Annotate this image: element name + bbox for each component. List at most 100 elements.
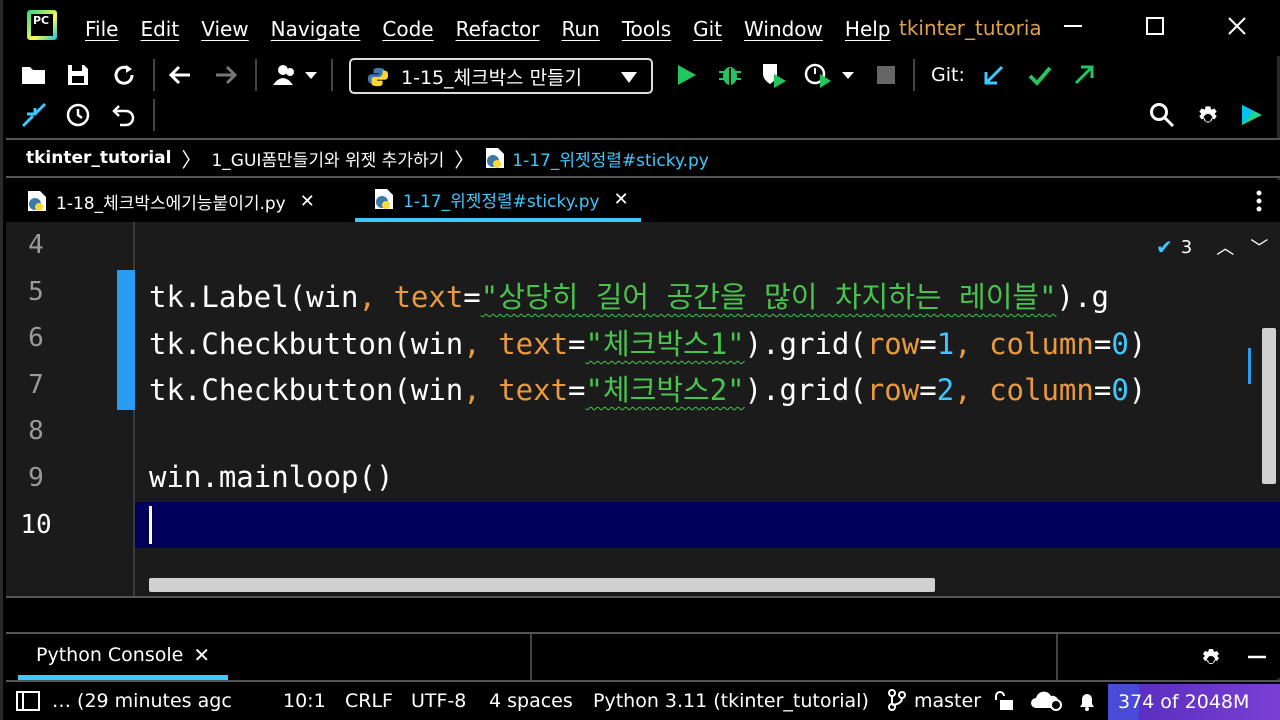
line-separator[interactable]: CRLF xyxy=(345,690,393,712)
menu-navigate[interactable]: Navigate xyxy=(271,17,361,41)
git-commit-button[interactable] xyxy=(1025,60,1055,90)
tab-label: 1-18_체크박스에기능붙이기.py xyxy=(56,193,286,214)
code-editor[interactable]: 4 5 6 7 8 9 10 tk.Label(win, text="상당히 길… xyxy=(6,222,1280,596)
tool-tab-label: Python Console xyxy=(36,643,184,666)
close-tab-icon[interactable]: ✕ xyxy=(300,191,315,212)
breadcrumb-project[interactable]: tkinter_tutorial xyxy=(26,148,171,168)
tab-file-1-17[interactable]: 1-17_위젯정렬#sticky.py ✕ xyxy=(355,180,641,222)
code-line-9[interactable]: win.mainloop() xyxy=(149,460,393,494)
code-token: = xyxy=(568,327,586,361)
menu-code[interactable]: Code xyxy=(382,17,433,41)
git-branch-icon xyxy=(888,689,906,716)
git-update-button[interactable] xyxy=(979,60,1009,90)
minimize-icon xyxy=(1064,25,1082,27)
jetbrains-plugin-icon xyxy=(1242,105,1262,125)
code-line-7[interactable]: tk.Checkbutton(win, text="체크박스2").grid(r… xyxy=(149,367,1146,409)
code-token: "체크박스1" xyxy=(585,327,745,361)
line-number: 4 xyxy=(28,230,44,260)
text-cursor xyxy=(149,506,152,544)
change-marker[interactable] xyxy=(117,270,135,410)
history-button[interactable] xyxy=(63,100,93,130)
line-number: 7 xyxy=(28,370,44,400)
menu-file[interactable]: File xyxy=(85,17,118,41)
sync-button[interactable] xyxy=(109,60,139,90)
breadcrumb-folder[interactable]: 1_GUI폼만들기와 위젯 추가하기 xyxy=(211,146,444,171)
maximize-button[interactable] xyxy=(1141,14,1169,42)
inspection-widget[interactable]: ✔ 3 ︿ ﹀ xyxy=(1156,234,1268,260)
git-push-button[interactable] xyxy=(1069,60,1099,90)
python-interpreter[interactable]: Python 3.11 (tkinter_tutorial) xyxy=(593,690,869,712)
arrow-down-left-icon xyxy=(984,65,1004,85)
tab-file-1-18[interactable]: 1-18_체크박스에기능붙이기.py ✕ xyxy=(26,180,315,222)
file-encoding[interactable]: UTF-8 xyxy=(411,690,466,712)
tab-options-button[interactable] xyxy=(1244,186,1274,216)
chevron-right-icon: 〉 xyxy=(454,147,475,172)
console-settings-button[interactable] xyxy=(1196,642,1226,672)
code-token: = xyxy=(568,373,586,407)
chevron-down-icon[interactable]: ﹀ xyxy=(1250,234,1268,260)
search-icon xyxy=(1150,103,1175,128)
pycharm-logo-icon[interactable]: PC xyxy=(27,10,57,40)
maximize-icon xyxy=(1146,17,1164,35)
profiler-icon xyxy=(804,63,854,88)
close-icon[interactable]: ✕ xyxy=(193,643,210,667)
code-token: text xyxy=(498,327,569,361)
menu-view[interactable]: View xyxy=(201,17,248,41)
code-token: , xyxy=(954,327,990,361)
code-token: tk.Label(win xyxy=(149,280,359,314)
caret-position[interactable]: 10:1 xyxy=(283,690,326,712)
status-bar: … (29 minutes agc 10:1 CRLF UTF-8 4 spac… xyxy=(6,680,1280,720)
stop-button[interactable] xyxy=(871,60,901,90)
profile-dropdown-button[interactable] xyxy=(803,60,859,90)
code-token: text xyxy=(393,280,464,314)
git-branch[interactable]: master xyxy=(914,690,981,712)
code-token: ).grid( xyxy=(744,373,867,407)
settings-button[interactable] xyxy=(1193,100,1223,130)
vertical-scrollbar[interactable] xyxy=(1262,328,1276,484)
indent-setting[interactable]: 4 spaces xyxy=(489,690,573,712)
users-icon xyxy=(273,65,317,85)
code-with-me-button[interactable] xyxy=(1237,100,1267,130)
chevron-up-icon[interactable]: ︿ xyxy=(1216,234,1234,260)
tab-python-console[interactable]: Python Console ✕ xyxy=(18,634,228,680)
menu-edit[interactable]: Edit xyxy=(140,17,179,41)
toggle-tool-windows-button[interactable] xyxy=(16,691,40,716)
rollback-button[interactable] xyxy=(109,100,139,130)
code-line-5[interactable]: tk.Label(win, text="상당히 길어 공간을 많이 차지하는 레… xyxy=(149,274,1109,316)
status-message[interactable]: … (29 minutes agc xyxy=(52,690,232,712)
menu-window[interactable]: Window xyxy=(744,17,823,41)
user-dropdown-button[interactable] xyxy=(269,60,321,90)
hide-panel-button[interactable] xyxy=(1242,642,1272,672)
editor-bottom-gap xyxy=(6,596,1280,632)
readonly-toggle[interactable] xyxy=(992,690,1014,717)
breadcrumb-file[interactable]: 1-17_위젯정렬#sticky.py xyxy=(512,146,709,171)
close-tab-icon[interactable]: ✕ xyxy=(614,189,629,210)
menu-help[interactable]: Help xyxy=(845,17,891,41)
code-token: tk.Checkbutton(win xyxy=(149,373,464,407)
menu-git[interactable]: Git xyxy=(693,17,722,41)
cloud-sync-widget[interactable] xyxy=(1030,688,1064,717)
git-fetch-button[interactable] xyxy=(19,100,49,130)
debug-button[interactable] xyxy=(715,60,745,90)
menu-tools[interactable]: Tools xyxy=(622,17,671,41)
minimize-button[interactable] xyxy=(1059,14,1087,42)
code-line-6[interactable]: tk.Checkbutton(win, text="체크박스1").grid(r… xyxy=(149,321,1146,363)
run-button[interactable] xyxy=(671,60,701,90)
logo-text: PC xyxy=(31,14,53,36)
run-configuration-select[interactable]: 1-15_체크박스 만들기 xyxy=(349,58,653,94)
code-token: row xyxy=(866,327,920,361)
coverage-button[interactable] xyxy=(759,60,789,90)
horizontal-scrollbar[interactable] xyxy=(149,578,935,592)
code-token: 2 xyxy=(936,373,955,407)
notifications-button[interactable] xyxy=(1076,690,1098,717)
memory-indicator[interactable]: 374 of 2048M xyxy=(1108,684,1280,720)
open-folder-button[interactable] xyxy=(19,60,49,90)
back-button[interactable] xyxy=(165,60,195,90)
forward-button[interactable] xyxy=(211,60,241,90)
close-window-button[interactable] xyxy=(1223,14,1251,42)
search-everywhere-button[interactable] xyxy=(1147,100,1177,130)
menu-refactor[interactable]: Refactor xyxy=(456,17,540,41)
menu-run[interactable]: Run xyxy=(562,17,600,41)
save-all-button[interactable] xyxy=(63,60,93,90)
line-number: 9 xyxy=(28,463,44,493)
